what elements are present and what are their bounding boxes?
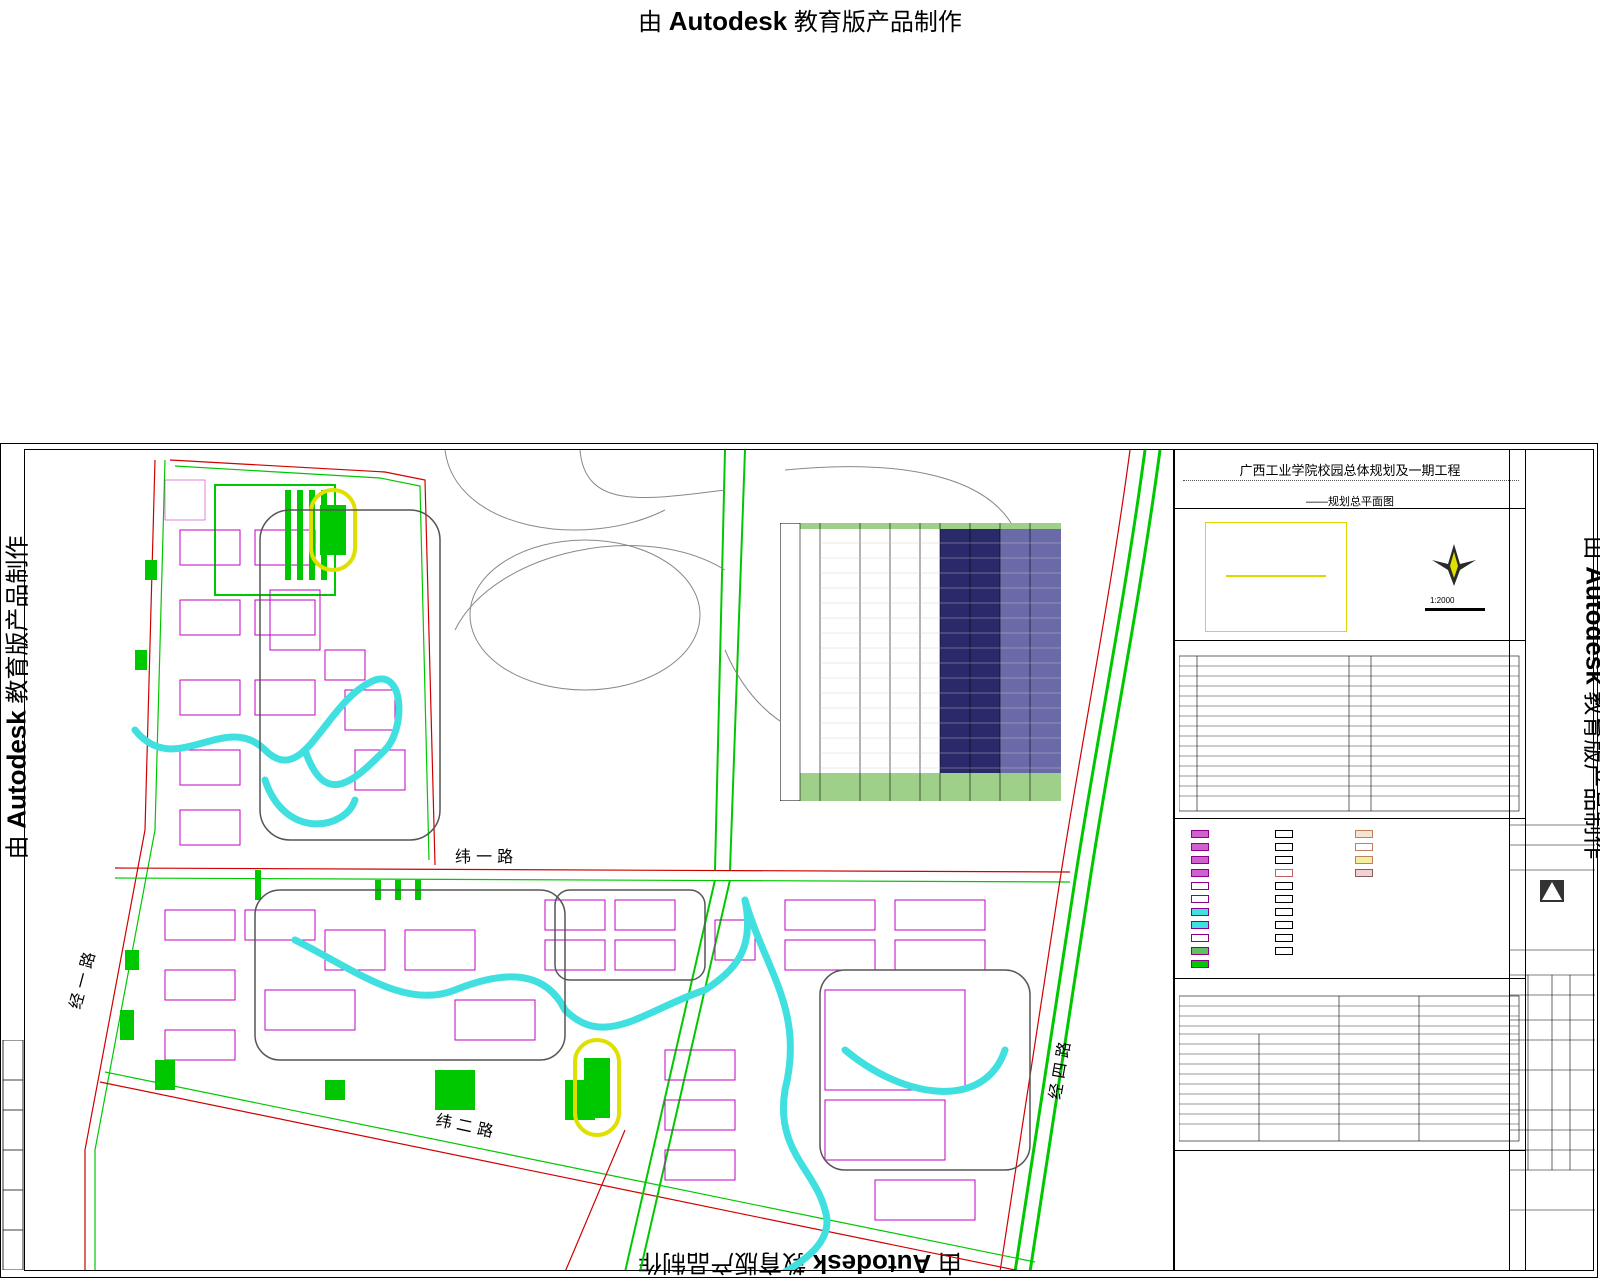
legend-swatch	[1191, 921, 1209, 929]
location-map	[1205, 522, 1347, 632]
location-marker	[1226, 575, 1326, 577]
legend-swatch	[1275, 869, 1293, 877]
title-block: 广西工业学院校园总体规划及一期工程 ——规划总平面图 1:2000	[1174, 449, 1526, 1271]
road-label-weier: 纬 二 路	[434, 1110, 495, 1141]
economic-indicators-table	[1179, 646, 1523, 816]
watermark-suffix: 教育版产品制作	[794, 9, 962, 36]
legend-swatch	[1191, 869, 1209, 877]
legend-swatch	[1275, 895, 1293, 903]
divider	[1175, 640, 1525, 641]
watermark-top: 由 Autodesk 教育版产品制作	[0, 2, 1600, 37]
divider	[1175, 508, 1525, 509]
legend-swatch	[1191, 908, 1209, 916]
english-title-line	[1183, 480, 1519, 485]
scale-text: 1:2000	[1430, 596, 1454, 605]
legend-swatch	[1275, 908, 1293, 916]
legend-swatch	[1191, 934, 1209, 942]
divider	[1175, 978, 1525, 979]
project-title: 广西工业学院校园总体规划及一期工程	[1175, 460, 1525, 479]
legend-swatch	[1275, 934, 1293, 942]
legend-swatch	[1275, 947, 1293, 955]
legend-swatch	[1191, 843, 1209, 851]
legend-swatch	[1275, 856, 1293, 864]
watermark-brand: Autodesk	[669, 6, 787, 36]
legend-swatch	[1191, 830, 1209, 838]
legend-swatch	[1355, 843, 1373, 851]
divider	[1175, 818, 1525, 819]
road-label-jingyi: 经 一 路	[66, 950, 99, 1011]
legend-swatch	[1275, 830, 1293, 838]
left-margin-boxes	[2, 1040, 24, 1270]
sheet-title: ——规划总平面图	[1175, 493, 1525, 509]
legend-swatch	[1355, 830, 1373, 838]
legend-swatch	[1191, 856, 1209, 864]
legend-swatch	[1191, 895, 1209, 903]
legend-swatch	[1191, 960, 1209, 968]
statistics-table	[780, 523, 1061, 801]
land-use-table	[1179, 984, 1523, 1144]
legend-swatch	[1275, 843, 1293, 851]
legend-swatch	[1275, 921, 1293, 929]
stamp-column	[1509, 449, 1594, 1271]
watermark-prefix: 由	[638, 9, 662, 36]
stamp-grid	[1510, 450, 1595, 1272]
divider	[1175, 1150, 1525, 1151]
legend-swatch	[1355, 869, 1373, 877]
legend-swatch	[1355, 856, 1373, 864]
legend-swatch	[1191, 947, 1209, 955]
north-arrow-icon	[1430, 542, 1478, 588]
road-label-weiyi: 纬 一 路	[455, 847, 513, 866]
legend-swatch	[1191, 882, 1209, 890]
legend-swatch	[1275, 882, 1293, 890]
scale-bar	[1425, 608, 1485, 611]
